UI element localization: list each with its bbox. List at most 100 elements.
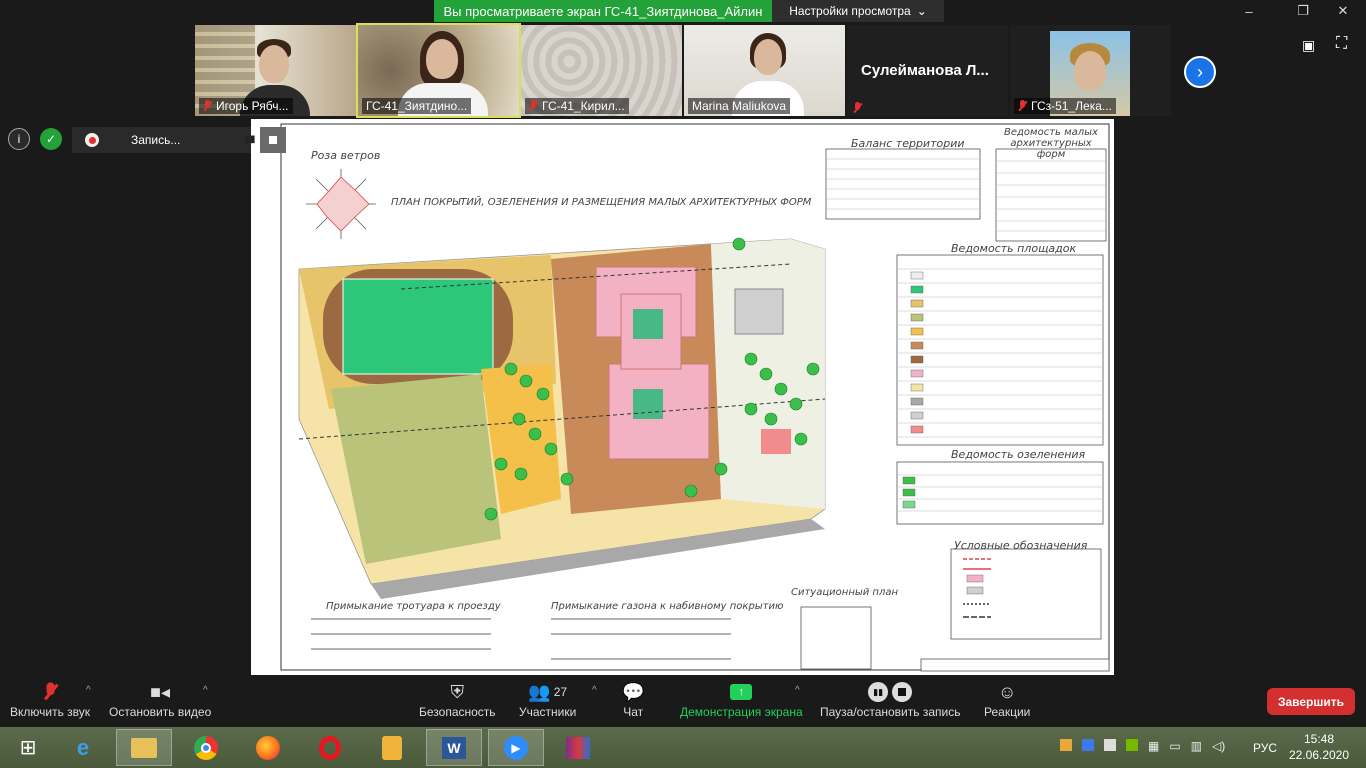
view-settings-button[interactable]: Настройки просмотра ⌄ (772, 0, 944, 22)
taskbar-chrome[interactable] (178, 729, 234, 766)
participant-nametag: Marina Maliukova (688, 98, 791, 114)
video-tile[interactable]: Marina Maliukova (684, 25, 845, 116)
layout-icon[interactable]: ▣ (1302, 37, 1315, 54)
mic-muted-icon (853, 101, 862, 116)
reactions-button[interactable]: ☺ Реакции (984, 679, 1030, 723)
mic-muted-icon (1018, 100, 1027, 112)
pause-share-button[interactable]: ▮▮ (240, 128, 260, 150)
participant-face (259, 45, 289, 83)
wind-rose-title: Роза ветров (311, 149, 381, 162)
stop-video-button[interactable]: ■◂ Остановить видео (109, 679, 211, 723)
participant-nametag: Игорь Рябч... (199, 98, 293, 114)
battery-icon[interactable]: ▭ (1169, 739, 1180, 753)
participant-face (426, 39, 458, 79)
tray-app-icon[interactable] (1082, 739, 1094, 751)
video-tile[interactable]: ГСз-51_Лека... (1010, 25, 1171, 116)
participants-button[interactable]: 👥 27 Участники (519, 679, 576, 723)
close-button[interactable]: ✕ (1320, 0, 1366, 22)
video-tile-active-speaker[interactable]: ГС-41_Зиятдино... (356, 23, 521, 118)
video-tile[interactable]: ГС-41_Кирил... (521, 25, 682, 116)
participant-nametag: ГСз-51_Лека... (1014, 98, 1116, 114)
shield-check-icon[interactable]: ✓ (40, 128, 62, 150)
drawing-title: ПЛАН ПОКРЫТИЙ, ОЗЕЛЕНЕНИЯ И РАЗМЕЩЕНИЯ М… (391, 197, 812, 208)
language-indicator[interactable]: РУС (1253, 741, 1277, 755)
tray-nvidia-icon[interactable] (1126, 739, 1138, 751)
minimize-button[interactable]: – (1226, 0, 1272, 22)
folder-icon (131, 737, 157, 758)
meeting-info-icon[interactable]: i (8, 128, 30, 150)
zoom-icon: ▶ (504, 735, 528, 760)
taskbar-clock[interactable]: 15:48 22.06.2020 (1284, 731, 1354, 763)
participant-nametag: ГС-41_Зиятдино... (362, 98, 472, 114)
pause-stop-icon: ▮▮ (868, 679, 913, 705)
network-icon[interactable]: ▥ (1191, 739, 1202, 753)
audio-options-caret[interactable]: ^ (86, 685, 91, 696)
next-page-button[interactable]: › (1184, 56, 1216, 88)
emoji-add-icon: ☺ (997, 681, 1017, 702)
chrome-icon (194, 735, 218, 760)
video-tile[interactable]: Игорь Рябч... (195, 25, 356, 116)
shared-screen-drawing: Роза ветров ПЛАН ПОКРЫТИЙ, ОЗЕЛЕНЕНИЯ И … (251, 119, 1114, 675)
stop-icon (269, 136, 277, 144)
taskbar-notes-app[interactable] (364, 729, 420, 766)
opera-icon (319, 735, 341, 760)
maf-table-title: Ведомость малых архитектурных форм (1004, 127, 1098, 160)
notes-icon (382, 735, 402, 760)
taskbar-opera[interactable] (302, 729, 358, 766)
share-screen-button[interactable]: ↑ Демонстрация экрана (680, 679, 803, 723)
video-tile-no-video[interactable]: Сулейманова Л... (847, 25, 1008, 116)
participants-options-caret[interactable]: ^ (592, 685, 597, 696)
winrar-icon (566, 736, 590, 759)
chat-button[interactable]: 💬 Чат (622, 679, 644, 723)
stop-share-button[interactable] (260, 127, 286, 153)
network-icon[interactable]: ▦ (1148, 739, 1159, 753)
mic-muted-icon (529, 100, 538, 112)
situation-plan-title: Ситуационный план (791, 587, 899, 598)
tray-app-icon[interactable] (1104, 739, 1116, 751)
video-camera-icon: ■◂ (150, 681, 171, 702)
chevron-right-icon: › (1197, 61, 1203, 82)
mic-muted-icon (203, 100, 212, 112)
windows-logo-icon: ⊞ (19, 737, 37, 759)
taskbar-word[interactable]: W (426, 729, 482, 766)
chevron-down-icon: ⌄ (916, 4, 927, 18)
participant-face (754, 39, 782, 75)
lawn-detail-title: Примыкание газона к набивному покрытию (551, 601, 784, 612)
start-button[interactable]: ⊞ (0, 729, 56, 766)
pause-stop-record-button[interactable]: ▮▮ Пауза/остановить запись (820, 679, 960, 723)
balance-table-title: Баланс территории (851, 137, 965, 150)
unmute-button[interactable]: Включить звук (10, 679, 90, 723)
share-options-caret[interactable]: ^ (795, 685, 800, 696)
windows-taskbar: ⊞ e W ▶ ▦ ▭ ▥ ◁) (0, 727, 1366, 768)
sidewalk-detail-title: Примыкание тротуара к проезду (326, 601, 501, 612)
taskbar-winrar[interactable] (550, 729, 606, 766)
tray-app-icon[interactable] (1060, 739, 1072, 751)
participant-nametag: ГС-41_Кирил... (525, 98, 629, 114)
mic-muted-icon (46, 679, 55, 705)
volume-icon[interactable]: ◁) (1212, 739, 1225, 753)
ie-icon: e (76, 734, 90, 760)
taskbar-internet-explorer[interactable]: e (55, 729, 111, 766)
firefox-icon (256, 735, 280, 760)
security-button[interactable]: ⛨ Безопасность (419, 679, 496, 723)
sites-table-title: Ведомость площадок (951, 242, 1077, 255)
system-tray: ▦ ▭ ▥ ◁) (1060, 739, 1225, 753)
meeting-toolbar: Включить звук ^ ■◂ Остановить видео ^ ⛨ … (0, 675, 1366, 727)
wind-rose-diagram (306, 169, 376, 239)
taskbar-firefox[interactable] (240, 729, 296, 766)
participants-icon: 👥 27 (528, 681, 568, 702)
participant-name-large: Сулейманова Л... (861, 62, 989, 79)
fullscreen-icon[interactable]: ⛶ (1336, 35, 1347, 53)
chat-bubble-icon: 💬 (622, 681, 645, 702)
video-options-caret[interactable]: ^ (203, 685, 208, 696)
taskbar-file-explorer[interactable] (116, 729, 172, 766)
share-screen-icon: ↑ (730, 679, 753, 705)
shield-icon: ⛨ (450, 681, 465, 702)
detail-sections (311, 618, 731, 660)
end-meeting-button[interactable]: Завершить (1267, 688, 1355, 715)
word-icon: W (442, 736, 466, 759)
record-icon (85, 133, 99, 147)
legend-title: Условные обозначения (954, 539, 1088, 552)
taskbar-zoom[interactable]: ▶ (488, 729, 544, 766)
site-plan-area (298, 238, 826, 599)
